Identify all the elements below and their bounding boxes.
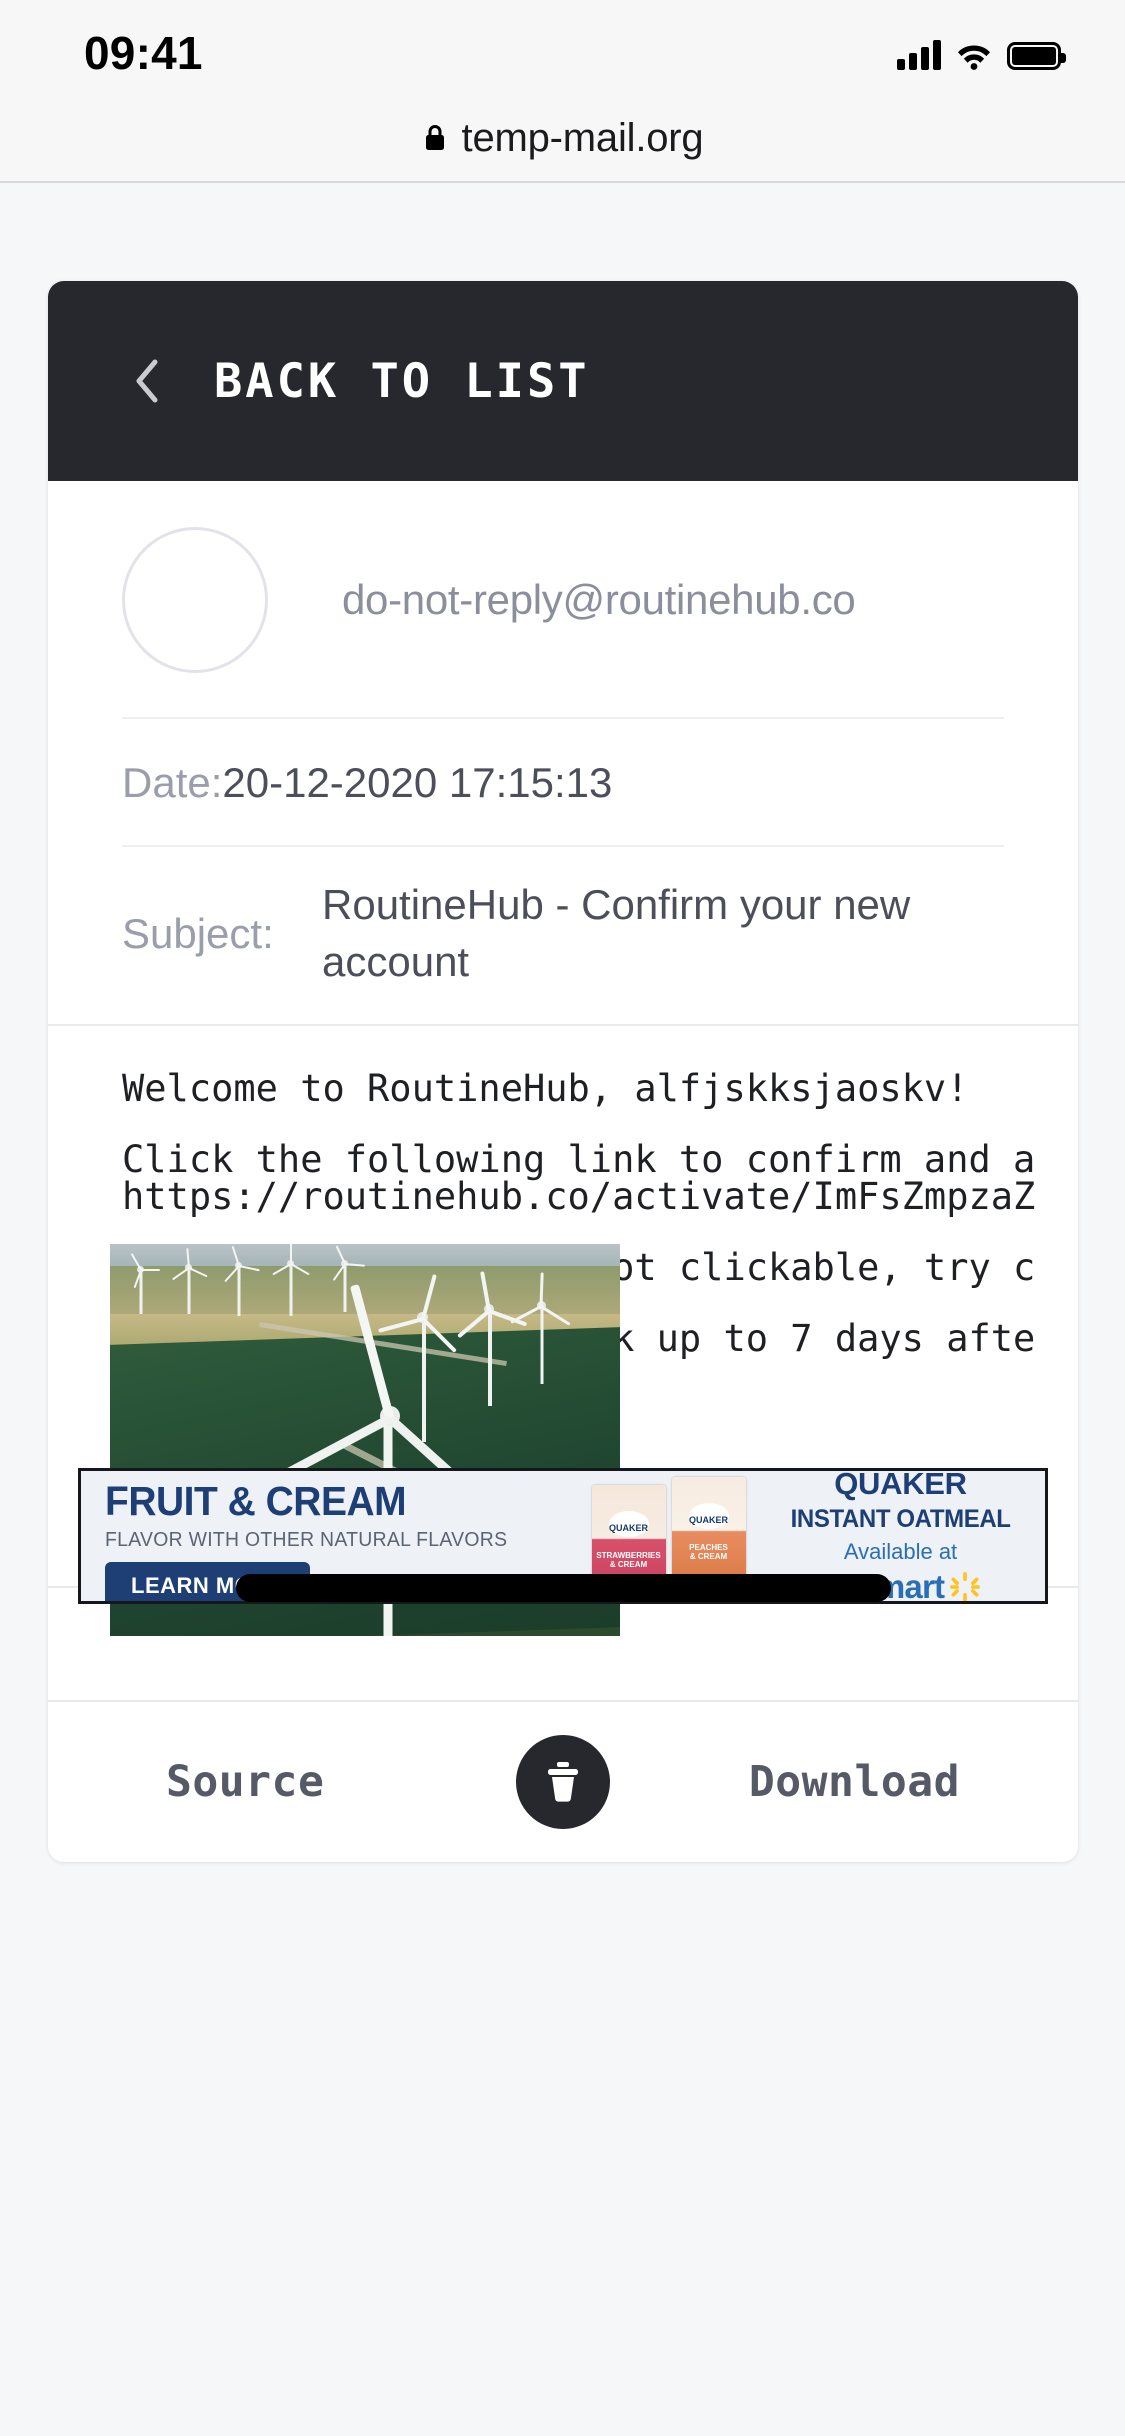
walmart-spark-icon xyxy=(950,1572,981,1601)
download-button[interactable]: Download xyxy=(749,1757,960,1807)
sender-row: do-not-reply@routinehub.co xyxy=(48,481,1078,717)
pack-brand: QUAKER xyxy=(688,1515,728,1525)
pack-flavor: STRAWBERRIES & CREAM xyxy=(596,1551,661,1570)
status-bar-clock: 09:41 xyxy=(84,27,203,79)
ad-subhead: FLAVOR WITH OTHER NATURAL FLAVORS xyxy=(105,1529,508,1551)
page-content: BACK TO LIST do-not-reply@routinehub.co … xyxy=(0,183,1125,2436)
trash-icon xyxy=(543,1759,583,1805)
signal-bars-icon xyxy=(897,40,941,70)
body-line: Click the following link to confirm and … xyxy=(122,1138,1036,1182)
url-text: temp-mail.org xyxy=(461,115,704,160)
date-label: Date: xyxy=(122,759,223,806)
ad-headline: FRUIT & CREAM xyxy=(105,1478,407,1524)
mail-actions-footer: Source Download xyxy=(48,1700,1078,1862)
turbine-distant xyxy=(172,1247,208,1314)
home-indicator xyxy=(236,1574,891,1602)
lock-icon xyxy=(422,123,448,153)
turbine-mid xyxy=(457,1271,528,1406)
back-to-list-label: BACK TO LIST xyxy=(214,353,590,409)
turbine-distant xyxy=(272,1244,310,1316)
body-line-link[interactable]: https://routinehub.co/activate/ImFsZmpza… xyxy=(122,1178,1078,1215)
body-line: Welcome to RoutineHub, alfjskksjaoskv! xyxy=(122,1067,969,1111)
turbine-mid xyxy=(510,1272,571,1384)
source-button[interactable]: Source xyxy=(166,1757,324,1807)
browser-chrome: 09:41 temp-mail.org xyxy=(0,0,1125,183)
date-value: 20-12-2020 17:15:13 xyxy=(222,759,613,806)
subject-value: RoutineHub - Confirm your new account xyxy=(322,881,911,985)
battery-icon xyxy=(1007,42,1066,70)
pack-flavor: PEACHES & CREAM xyxy=(689,1543,728,1562)
status-bar-icons xyxy=(897,30,1066,70)
avatar xyxy=(122,527,268,673)
subject-label: Subject: xyxy=(122,909,274,957)
date-row: Date: 20-12-2020 17:15:13 xyxy=(48,719,1078,845)
delete-button[interactable] xyxy=(516,1735,610,1830)
sender-email: do-not-reply@routinehub.co xyxy=(342,576,856,623)
wifi-icon xyxy=(955,40,993,70)
turbine-distant xyxy=(224,1245,260,1316)
pack-brand: QUAKER xyxy=(608,1523,648,1533)
chevron-left-icon xyxy=(132,358,214,404)
back-to-list-button[interactable]: BACK TO LIST xyxy=(48,281,1078,481)
turbine-distant xyxy=(128,1253,160,1314)
ad-product-name: INSTANT OATMEAL xyxy=(790,1505,1011,1533)
subject-row: Subject: RoutineHub - Confirm your new a… xyxy=(48,847,1078,1024)
ad-availability: Available at xyxy=(843,1539,958,1564)
status-bar: 09:41 xyxy=(0,0,1125,95)
ad-brand: QUAKER xyxy=(834,1468,967,1501)
url-bar[interactable]: temp-mail.org xyxy=(0,95,1125,181)
